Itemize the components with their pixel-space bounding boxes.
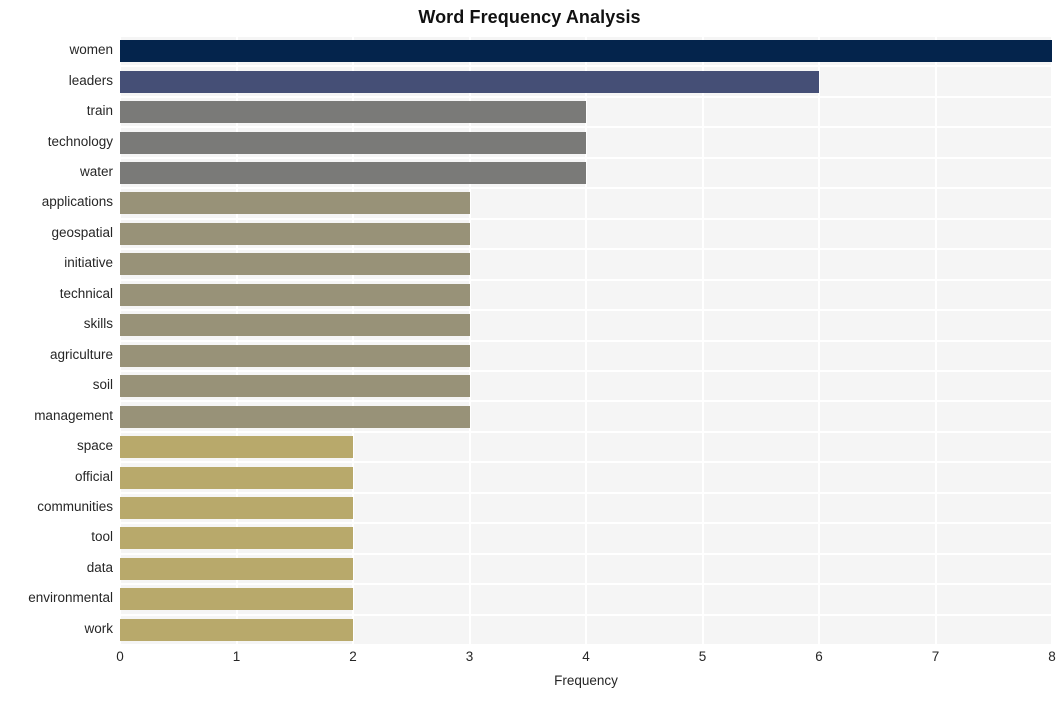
y-axis-tick-label: geospatial: [51, 224, 113, 240]
gridline-horizontal: [120, 65, 1052, 68]
gridline-horizontal: [120, 400, 1052, 403]
gridline-horizontal: [120, 369, 1052, 372]
y-axis-tick-label: train: [86, 103, 113, 119]
x-axis-tick-label: 3: [465, 649, 474, 664]
gridline-horizontal: [120, 461, 1052, 464]
gridline-horizontal: [120, 126, 1052, 129]
y-axis-tick-label: applications: [41, 194, 113, 210]
y-axis-tick-label: communities: [37, 498, 113, 514]
gridline-horizontal: [120, 278, 1052, 281]
bar: [120, 375, 470, 398]
x-axis-tick-label: 6: [815, 649, 823, 664]
y-axis-tick-label: space: [76, 438, 113, 454]
y-axis-tick-label: technology: [47, 133, 113, 149]
bar: [120, 283, 470, 306]
bar: [120, 222, 470, 245]
bar: [120, 101, 586, 124]
gridline-horizontal: [120, 309, 1052, 312]
y-axis-tick-label: management: [34, 407, 113, 423]
bar: [120, 436, 353, 459]
y-axis-tick-label: data: [86, 559, 113, 575]
bar: [120, 588, 353, 611]
y-axis-tick-label: leaders: [68, 72, 113, 88]
gridline-horizontal: [120, 491, 1052, 494]
x-axis-tick-label: 1: [232, 649, 241, 664]
bar: [120, 557, 353, 580]
bar: [120, 344, 470, 367]
gridline-horizontal: [120, 187, 1052, 190]
bar: [120, 253, 470, 276]
x-axis-tick-label: 2: [349, 649, 357, 664]
gridline-horizontal: [120, 36, 1052, 37]
bar: [120, 618, 353, 641]
y-axis-tick-label: soil: [92, 377, 113, 393]
bar: [120, 70, 819, 93]
x-axis-tick-label: 5: [698, 649, 707, 664]
y-axis-tick-label: tool: [91, 529, 113, 545]
gridline-horizontal: [120, 339, 1052, 342]
y-axis-tick-label: environmental: [28, 590, 113, 606]
bar: [120, 527, 353, 550]
bar: [120, 131, 586, 154]
gridline-horizontal: [120, 156, 1052, 159]
gridline-horizontal: [120, 248, 1052, 251]
x-axis-title: Frequency: [554, 673, 618, 688]
bar: [120, 496, 353, 519]
y-axis-tick-label: work: [84, 620, 113, 636]
bar: [120, 40, 1052, 63]
x-axis-tick-label: 0: [116, 649, 124, 664]
gridline-horizontal: [120, 522, 1052, 525]
y-axis-tick-label: women: [69, 42, 113, 58]
y-axis-tick-label: water: [79, 164, 113, 180]
x-axis-tick-label: 7: [931, 649, 940, 664]
gridline-horizontal: [120, 583, 1052, 586]
gridline-horizontal: [120, 95, 1052, 98]
y-axis-tick-label: technical: [59, 285, 113, 301]
bar: [120, 405, 470, 428]
gridline-horizontal: [120, 613, 1052, 616]
bar: [120, 466, 353, 489]
plot-area: [120, 36, 1052, 645]
gridline-horizontal: [120, 217, 1052, 220]
y-axis-tick-label: skills: [83, 316, 113, 332]
y-axis-tick-label: agriculture: [49, 346, 113, 362]
gridline-horizontal: [120, 430, 1052, 433]
y-axis-tick-label: official: [74, 468, 113, 484]
bar: [120, 192, 470, 215]
chart-figure: Word Frequency Analysis women leaders trai…: [0, 0, 1059, 701]
bar: [120, 162, 586, 185]
page-title: Word Frequency Analysis: [418, 7, 641, 27]
x-axis-tick-label: 4: [582, 649, 590, 664]
gridline-horizontal: [120, 552, 1052, 555]
y-axis-tick-labels: women leaders train technology water applicat…: [0, 36, 113, 645]
x-axis-tick-labels: 0 1 2 3 4 5 6 7 8: [116, 645, 1056, 671]
x-axis-tick-label: 8: [1048, 649, 1056, 664]
y-axis-tick-label: initiative: [64, 255, 113, 271]
bar: [120, 314, 470, 337]
